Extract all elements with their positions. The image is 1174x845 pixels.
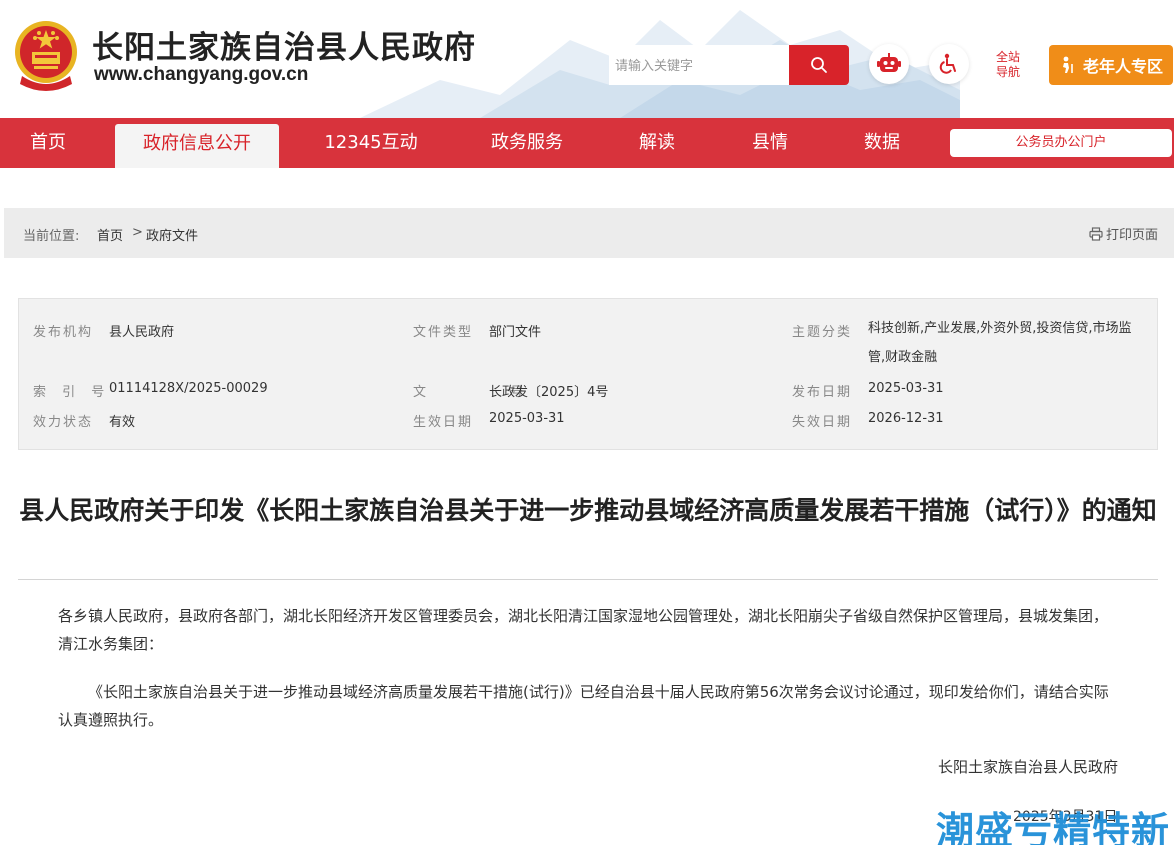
index-value: 01114128X/2025-00029 — [109, 381, 268, 396]
index-key: 索 引 号 — [33, 385, 111, 400]
watermark-text: 潮盛亏精特新 — [936, 809, 1171, 845]
main-nav: 首页 政府信息公开 12345互动 政务服务 解读 县情 数据 公务员办公门户 — [0, 118, 1174, 168]
nav-item-12345[interactable]: 12345互动 — [308, 118, 434, 168]
publisher-value: 县人民政府 — [109, 325, 175, 340]
publisher-key: 发布机构 — [33, 325, 94, 340]
doc-type-key: 文件类型 — [413, 325, 474, 340]
article-recipients: 各乡镇人民政府，县政府各部门，湖北长阳经济开发区管理委员会，湖北长阳清江国家湿地… — [58, 607, 1109, 653]
nav-item-data[interactable]: 数据 — [842, 118, 922, 168]
nav-item-home[interactable]: 首页 — [0, 118, 96, 168]
site-url: www.changyang.gov.cn — [94, 64, 309, 85]
robot-button[interactable] — [869, 44, 909, 84]
status-value: 有效 — [109, 415, 136, 430]
breadcrumb-current-link[interactable]: 政府文件 — [146, 225, 198, 244]
elder-zone-label: 老年人专区 — [1082, 57, 1163, 76]
nav-item-gov-info[interactable]: 政府信息公开 — [115, 124, 279, 168]
sitemap-label-line1: 全站 — [995, 50, 1020, 64]
topic-value: 科技创新,产业发展,外资外贸,投资信贷,市场监管,财政金融 — [868, 321, 1132, 365]
sitemap-link[interactable]: 全站 导航 — [990, 50, 1026, 80]
document-meta-box: 发布机构 县人民政府 文件类型 部门文件 主题分类 科技创新,产业发展,外资外贸… — [18, 298, 1158, 450]
effective-date-value: 2025-03-31 — [489, 411, 565, 426]
breadcrumb-label: 当前位置: — [23, 229, 80, 244]
doc-type-value: 部门文件 — [489, 325, 542, 340]
national-emblem-icon — [15, 21, 77, 91]
status-key: 效力状态 — [33, 415, 94, 430]
print-page-label: 打印页面 — [1105, 228, 1158, 243]
elder-zone-button[interactable]: 老年人专区 — [1049, 45, 1173, 85]
search-icon — [811, 57, 827, 73]
search-button[interactable] — [789, 45, 849, 85]
article-signature: 长阳土家族自治县人民政府 — [937, 758, 1118, 776]
breadcrumb-separator: > — [132, 225, 143, 240]
nav-item-county[interactable]: 县情 — [730, 118, 810, 168]
expire-date-key: 失效日期 — [792, 415, 853, 430]
nav-item-services[interactable]: 政务服务 — [470, 118, 584, 168]
title-divider — [18, 579, 1158, 580]
site-title: 长阳土家族自治县人民政府 — [92, 30, 476, 66]
doc-no-value: 长政发〔2025〕4号 — [489, 385, 609, 400]
accessibility-icon — [939, 53, 956, 74]
sitemap-label-line2: 导航 — [995, 65, 1020, 79]
article-body: 《长阳土家族自治县关于进一步推动县域经济高质量发展若干措施(试行)》已经自治县十… — [58, 683, 1109, 729]
breadcrumb-home-link[interactable]: 首页 — [97, 225, 123, 244]
search-input[interactable] — [609, 45, 789, 85]
printer-icon — [1089, 226, 1103, 241]
site-header: 长阳土家族自治县人民政府 www.changyang.gov.cn 全站 导航 — [0, 0, 1174, 118]
effective-date-key: 生效日期 — [413, 415, 474, 430]
expire-date-value: 2026-12-31 — [868, 411, 944, 426]
civil-servant-portal-button[interactable]: 公务员办公门户 — [950, 129, 1172, 157]
robot-icon — [877, 53, 901, 72]
print-page-button[interactable]: 打印页面 — [1089, 224, 1158, 243]
article-title: 县人民政府关于印发《长阳土家族自治县关于进一步推动县域经济高质量发展若干措施（试… — [19, 496, 1157, 525]
breadcrumb: 当前位置: 首页 > 政府文件 打印页面 — [4, 208, 1174, 258]
elder-icon — [1062, 56, 1073, 73]
accessibility-button[interactable] — [929, 44, 969, 84]
pub-date-value: 2025-03-31 — [868, 381, 944, 396]
topic-key: 主题分类 — [792, 325, 853, 340]
nav-item-interpretation[interactable]: 解读 — [616, 118, 698, 168]
pub-date-key: 发布日期 — [792, 385, 853, 400]
